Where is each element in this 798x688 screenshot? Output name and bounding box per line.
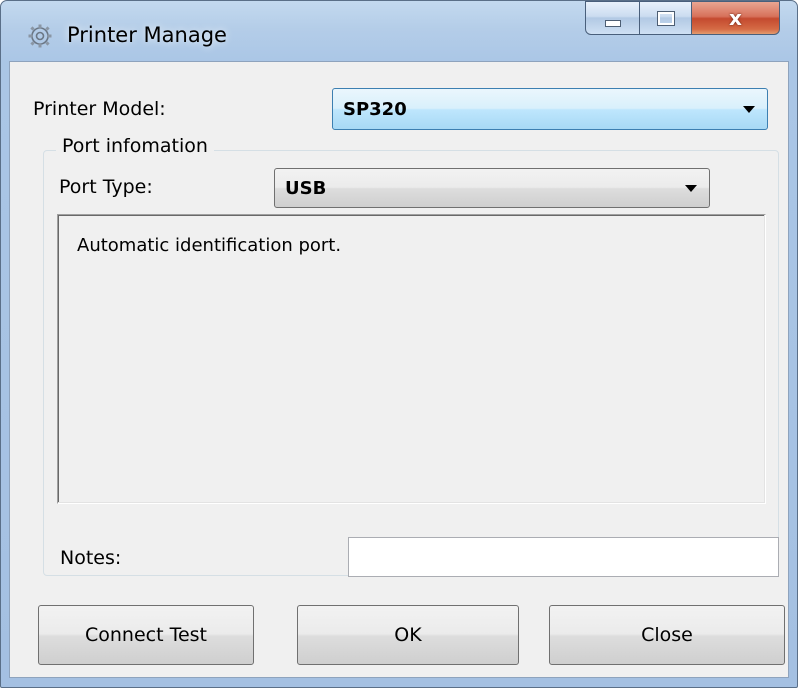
minimize-button[interactable] xyxy=(585,1,640,35)
notes-input[interactable] xyxy=(348,537,779,577)
maximize-button[interactable] xyxy=(640,1,692,35)
chevron-down-icon xyxy=(743,106,755,113)
close-button[interactable]: Close xyxy=(549,605,785,665)
gear-icon xyxy=(27,23,53,49)
port-info-panel: Automatic identification port. xyxy=(57,214,766,504)
printer-model-select[interactable]: SP320 xyxy=(332,88,768,130)
printer-model-label: Printer Model: xyxy=(33,98,166,120)
notes-label: Notes: xyxy=(60,547,122,569)
port-info-text: Automatic identification port. xyxy=(77,235,342,256)
maximize-icon xyxy=(656,10,675,26)
window-title: Printer Manage xyxy=(67,23,227,47)
close-window-button[interactable]: x xyxy=(692,1,780,35)
dialog-client-area: Printer Model: SP320 Port infomation Por… xyxy=(9,61,789,678)
printer-manage-window: Printer Manage x Printer Model: SP320 Po… xyxy=(0,0,798,688)
title-bar[interactable]: Printer Manage x xyxy=(1,1,797,61)
chevron-down-icon xyxy=(685,185,697,192)
port-information-title: Port infomation xyxy=(56,135,214,157)
port-type-select[interactable]: USB xyxy=(274,168,710,208)
ok-button[interactable]: OK xyxy=(297,605,519,665)
connect-test-button[interactable]: Connect Test xyxy=(38,605,254,665)
printer-model-value: SP320 xyxy=(343,99,407,120)
port-type-label: Port Type: xyxy=(59,176,153,198)
close-icon: x xyxy=(729,6,742,30)
caption-buttons: x xyxy=(585,1,780,35)
port-type-value: USB xyxy=(285,178,327,199)
minimize-icon xyxy=(604,19,621,27)
